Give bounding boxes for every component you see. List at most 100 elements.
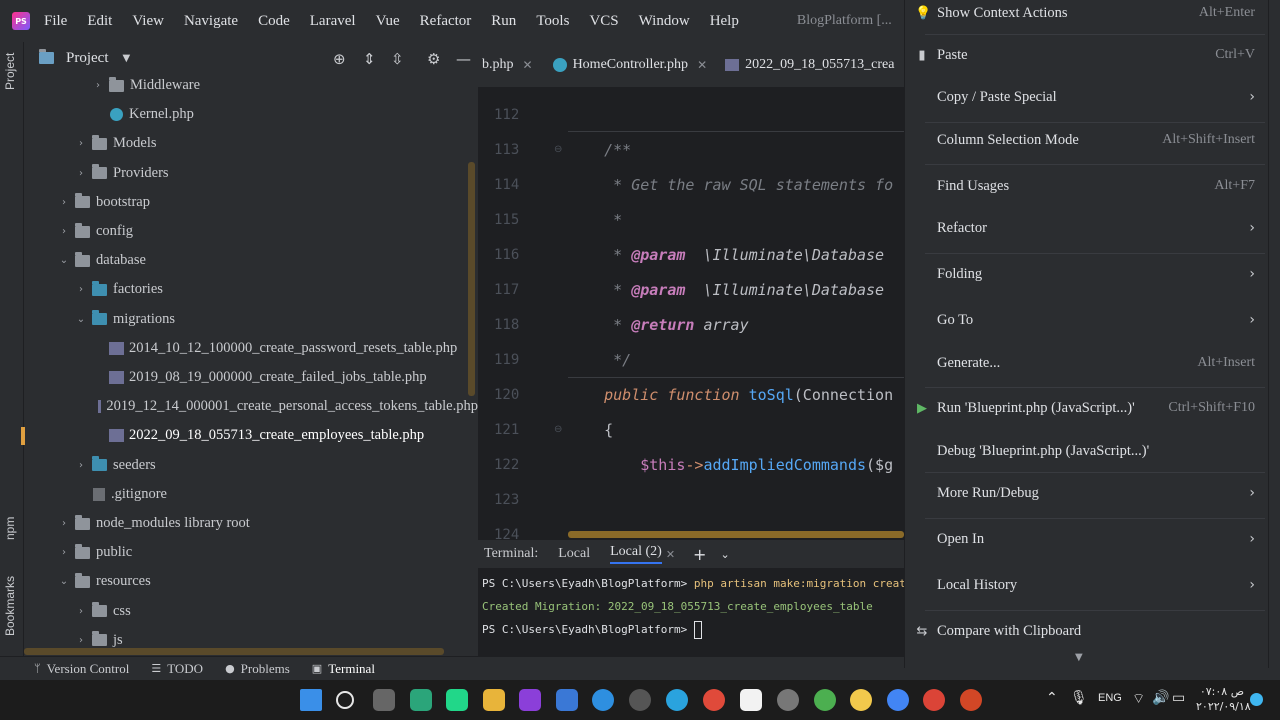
edge-icon[interactable]: [592, 689, 614, 711]
language-indicator[interactable]: ENG: [1098, 692, 1122, 704]
phpstorm-logo-icon[interactable]: PS: [12, 12, 30, 30]
chrome-icon[interactable]: [814, 689, 836, 711]
context-menu-item[interactable]: Open In ›: [905, 526, 1269, 552]
tree-item[interactable]: 2014_10_12_100000_create_password_resets…: [25, 334, 478, 363]
chevron-right-icon[interactable]: ›: [74, 460, 88, 471]
chevron-right-icon[interactable]: ›: [91, 80, 105, 91]
tree-item[interactable]: ⌄ resources: [25, 567, 478, 596]
bookmarks-tool-button[interactable]: Bookmarks: [3, 576, 17, 636]
locate-icon[interactable]: ⊕: [333, 50, 346, 68]
chevron-right-icon[interactable]: ›: [74, 635, 88, 646]
phpstorm-icon[interactable]: [519, 689, 541, 711]
collapse-all-icon[interactable]: ⇳: [391, 50, 404, 68]
code-line[interactable]: 112: [478, 97, 904, 132]
context-menu-item[interactable]: ⇆ Compare with Clipboard: [905, 618, 1269, 644]
close-icon[interactable]: ✕: [523, 58, 533, 72]
context-menu-item[interactable]: Debug 'Blueprint.php (JavaScript...)': [905, 438, 1269, 464]
tree-item[interactable]: › seeders: [25, 451, 478, 480]
code-line[interactable]: 122 $this->addImpliedCommands($g: [478, 447, 904, 482]
menu-edit[interactable]: Edit: [87, 13, 112, 30]
notification-icon[interactable]: [1250, 693, 1263, 706]
microphone-icon[interactable]: 🎙: [1070, 690, 1088, 706]
version-control-button[interactable]: ᛘ Version Control: [34, 661, 129, 677]
editor-tab[interactable]: b.php ✕: [482, 57, 533, 73]
code-line[interactable]: 116 * @param \Illuminate\Database: [478, 237, 904, 272]
pycharm-icon[interactable]: [446, 689, 468, 711]
context-menu-item[interactable]: ▶ Run 'Blueprint.php (JavaScript...)' Ctrl…: [905, 395, 1269, 421]
volume-icon[interactable]: 🔊: [1152, 690, 1169, 706]
file-explorer-icon[interactable]: [483, 689, 505, 711]
task-view-icon[interactable]: [373, 689, 395, 711]
fold-icon[interactable]: ⊖: [554, 144, 562, 155]
menu-code[interactable]: Code: [258, 13, 290, 30]
mail-icon[interactable]: [556, 689, 578, 711]
tree-item[interactable]: 2019_12_14_000001_create_personal_access…: [25, 392, 478, 421]
chevron-down-icon[interactable]: ▼: [123, 53, 131, 64]
context-menu-item[interactable]: Local History ›: [905, 572, 1269, 598]
fold-icon[interactable]: ⊖: [554, 424, 562, 435]
tree-item[interactable]: 2019_08_19_000000_create_failed_jobs_tab…: [25, 363, 478, 392]
project-scrollbar[interactable]: [468, 162, 475, 396]
tree-item[interactable]: .gitignore: [25, 480, 478, 509]
project-title[interactable]: Project: [66, 50, 109, 67]
tray-overflow-icon[interactable]: ⌃: [1046, 690, 1058, 706]
chevron-down-icon[interactable]: ⌄: [720, 548, 729, 561]
menu-navigate[interactable]: Navigate: [184, 13, 238, 30]
tree-item[interactable]: › public: [25, 538, 478, 567]
code-line[interactable]: 120 public function toSql(Connection: [478, 377, 904, 412]
code-line[interactable]: 118 * @return array: [478, 307, 904, 342]
code-line[interactable]: 119 */: [478, 342, 904, 377]
context-menu-item[interactable]: Copy / Paste Special ›: [905, 84, 1269, 110]
panel-scrollbar[interactable]: [24, 648, 444, 655]
tree-item[interactable]: ⌄ database: [25, 246, 478, 275]
chevron-right-icon[interactable]: ›: [74, 138, 88, 149]
terminal-button[interactable]: ▣ Terminal: [312, 661, 375, 677]
tree-item[interactable]: › node_modules library root: [25, 509, 478, 538]
code-line[interactable]: 117 * @param \Illuminate\Database: [478, 272, 904, 307]
new-tab-icon[interactable]: +: [693, 545, 706, 564]
menu-help[interactable]: Help: [710, 13, 739, 30]
context-menu-item[interactable]: ▮ Paste Ctrl+V: [905, 42, 1269, 68]
tree-item[interactable]: › bootstrap: [25, 188, 478, 217]
telegram-icon[interactable]: [666, 689, 688, 711]
close-icon[interactable]: ✕: [697, 58, 707, 72]
chevron-right-icon[interactable]: ›: [57, 226, 71, 237]
context-menu-item[interactable]: Generate... Alt+Insert: [905, 350, 1269, 376]
chevron-right-icon[interactable]: ›: [57, 197, 71, 208]
minimize-icon[interactable]: —: [456, 50, 471, 68]
tree-item[interactable]: › factories: [25, 275, 478, 304]
menu-tools[interactable]: Tools: [536, 13, 569, 30]
windows-start-icon[interactable]: [300, 689, 322, 711]
code-line[interactable]: 113 /** ⊖: [478, 132, 904, 167]
tree-item[interactable]: › Providers: [25, 159, 478, 188]
editor-horizontal-scrollbar[interactable]: [568, 531, 904, 538]
tree-item[interactable]: › css: [25, 597, 478, 626]
tree-item[interactable]: 2022_09_18_055713_create_employees_table…: [25, 421, 478, 450]
terminal-tab-local-2[interactable]: Local (2): [610, 544, 662, 564]
gear-icon[interactable]: ⚙: [427, 50, 440, 68]
editor-tab[interactable]: 2022_09_18_055713_crea: [725, 57, 894, 73]
datagrip-icon[interactable]: [410, 689, 432, 711]
chrome-icon[interactable]: [703, 689, 725, 711]
chevron-right-icon[interactable]: ›: [74, 284, 88, 295]
menu-laravel[interactable]: Laravel: [310, 13, 356, 30]
tree-item[interactable]: › Middleware: [25, 71, 478, 100]
chrome-icon[interactable]: [923, 689, 945, 711]
search-icon[interactable]: [336, 691, 354, 709]
context-menu-item[interactable]: Go To ›: [905, 307, 1269, 333]
context-menu-item[interactable]: Folding ›: [905, 261, 1269, 287]
context-menu-item[interactable]: Column Selection Mode Alt+Shift+Insert: [905, 127, 1269, 153]
chevron-down-icon[interactable]: ⌄: [74, 314, 88, 325]
expand-all-icon[interactable]: ⇕: [363, 50, 376, 68]
code-line[interactable]: 115 *: [478, 202, 904, 237]
todo-button[interactable]: ☰ TODO: [151, 661, 203, 677]
chevron-right-icon[interactable]: ›: [57, 547, 71, 558]
discord-icon[interactable]: [777, 689, 799, 711]
context-menu-item[interactable]: Refactor ›: [905, 215, 1269, 241]
notion-icon[interactable]: [740, 689, 762, 711]
scroll-down-icon[interactable]: ▼: [1075, 652, 1083, 663]
clock[interactable]: ۰۷:۰۸ ص ۲۰۲۲/۰۹/۱۸: [1196, 684, 1251, 714]
wifi-icon[interactable]: ⌔: [1132, 690, 1145, 708]
npm-tool-button[interactable]: npm: [3, 517, 17, 540]
context-menu-item[interactable]: 💡 Show Context Actions Alt+Enter: [905, 0, 1269, 26]
